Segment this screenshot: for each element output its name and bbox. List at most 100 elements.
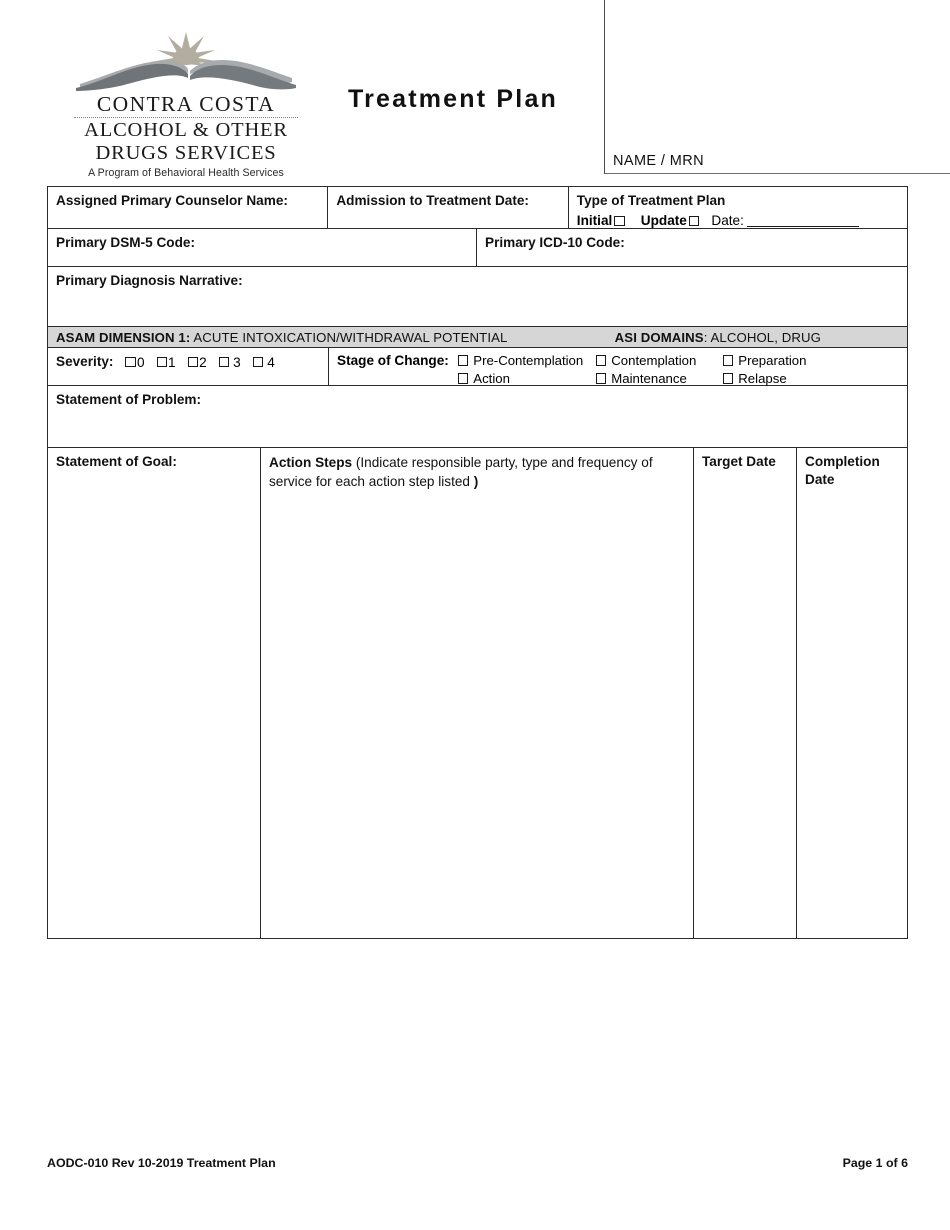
severity-option-4[interactable]: 4 [252, 354, 275, 370]
stage-of-change-cell: Stage of Change: Pre-Contemplation Conte… [328, 348, 907, 386]
initial-checkbox[interactable] [614, 215, 625, 227]
logo-line-3: DRUGS SERVICES [95, 141, 277, 164]
severity-checkbox-4[interactable] [252, 356, 264, 368]
action-steps-label: Action Steps [269, 455, 353, 470]
asi-domains-label: ASI DOMAINS [614, 329, 704, 345]
form-code-text: AODC-010 Rev 10-2019 Treatment Plan [47, 1156, 276, 1170]
stage-option-relapse-label: Relapse [738, 371, 787, 386]
logo-tagline: A Program of Behavioral Health Services [88, 166, 284, 179]
logo-line-1: CONTRA COSTA [96, 92, 276, 116]
severity-option-0[interactable]: 0 [125, 354, 145, 370]
severity-checkbox-3[interactable] [218, 356, 230, 368]
type-of-plan-options: Initial Update Date: [577, 213, 900, 228]
icd-code-label: Primary ICD-10 Code: [485, 235, 625, 250]
admission-date-cell[interactable]: Admission to Treatment Date: [327, 187, 567, 228]
stage-checkbox-contemplation[interactable] [595, 355, 607, 366]
stage-checkbox-maintenance[interactable] [595, 373, 607, 384]
stage-option-preparation-label: Preparation [738, 353, 807, 368]
stage-option-contemplation-label: Contemplation [611, 353, 697, 368]
severity-option-1-label: 1 [168, 354, 176, 370]
diagnosis-narrative-label: Primary Diagnosis Narrative: [56, 273, 243, 288]
page-header: CONTRA COSTA ALCOHOL & OTHER DRUGS SERVI… [0, 0, 950, 179]
target-date-cell[interactable]: Target Date [693, 448, 796, 938]
table-row-goal: Statement of Goal: Action Steps (Indicat… [48, 448, 907, 938]
severity-option-3-label: 3 [233, 354, 241, 370]
table-row-codes: Primary DSM-5 Code: Primary ICD-10 Code: [48, 229, 907, 267]
stage-checkbox-pre-contemplation[interactable] [457, 355, 469, 366]
statement-of-goal-cell[interactable]: Statement of Goal: [48, 448, 260, 938]
action-steps-cell[interactable]: Action Steps (Indicate responsible party… [260, 448, 693, 938]
statement-of-problem-label: Statement of Problem: [56, 392, 202, 407]
stage-option-action-label: Action [473, 371, 510, 386]
name-mrn-box[interactable]: NAME / MRN [604, 0, 950, 174]
stage-option-pre-contemplation-label: Pre-Contemplation [473, 353, 584, 368]
diagnosis-narrative-cell[interactable]: Primary Diagnosis Narrative: [48, 267, 907, 326]
dsm-code-cell[interactable]: Primary DSM-5 Code: [48, 229, 476, 266]
plan-date-input[interactable] [746, 214, 859, 228]
type-of-plan-label: Type of Treatment Plan [576, 193, 726, 208]
page-title: Treatment Plan [348, 85, 559, 113]
stage-option-action[interactable]: Action [457, 371, 596, 386]
statement-of-goal-label: Statement of Goal: [56, 454, 177, 469]
asi-domains-text: ASI DOMAINS: ALCOHOL, DRUG [615, 330, 821, 345]
asi-domains-value: : ALCOHOL, DRUG [703, 329, 821, 345]
treatment-plan-form-table: Assigned Primary Counselor Name: Admissi… [47, 186, 908, 939]
page-number-text: Page 1 of 6 [842, 1156, 908, 1170]
table-row-asam-banner: ASAM DIMENSION 1: ACUTE INTOXICATION/WIT… [48, 327, 907, 348]
stage-checkbox-preparation[interactable] [722, 355, 734, 366]
stage-option-maintenance-label: Maintenance [611, 371, 687, 386]
asam-dimension-text: ASAM DIMENSION 1: ACUTE INTOXICATION/WIT… [56, 330, 507, 345]
treatment-plan-page: CONTRA COSTA ALCOHOL & OTHER DRUGS SERVI… [0, 0, 950, 1230]
table-row-counselor: Assigned Primary Counselor Name: Admissi… [48, 187, 907, 229]
severity-options-row: Severity: 0 1 2 3 4 [56, 353, 321, 371]
plan-date-label: Date: [711, 213, 744, 229]
severity-option-1[interactable]: 1 [156, 354, 176, 370]
update-checkbox[interactable] [688, 215, 700, 227]
table-row-problem: Statement of Problem: [48, 386, 907, 448]
asam-banner-cell: ASAM DIMENSION 1: ACUTE INTOXICATION/WIT… [48, 327, 907, 347]
logo-divider [74, 117, 298, 119]
stage-of-change-label: Stage of Change: [337, 353, 449, 368]
stage-checkbox-action[interactable] [457, 373, 469, 384]
update-label: Update [640, 213, 687, 229]
severity-checkbox-1[interactable] [156, 356, 167, 368]
stage-checkbox-relapse[interactable] [722, 373, 734, 384]
severity-option-0-label: 0 [136, 354, 145, 370]
initial-label: Initial [576, 213, 613, 229]
severity-option-2-label: 2 [199, 354, 207, 370]
severity-checkbox-2[interactable] [187, 356, 199, 368]
stage-option-contemplation[interactable]: Contemplation [595, 353, 723, 368]
icd-code-cell[interactable]: Primary ICD-10 Code: [476, 229, 907, 266]
severity-option-2[interactable]: 2 [187, 354, 207, 370]
completion-date-cell[interactable]: Completion Date [796, 448, 907, 938]
page-footer: AODC-010 Rev 10-2019 Treatment Plan Page… [47, 1156, 908, 1170]
stage-option-pre-contemplation[interactable]: Pre-Contemplation [457, 353, 596, 368]
statement-of-problem-cell[interactable]: Statement of Problem: [48, 386, 907, 447]
severity-checkbox-0[interactable] [125, 356, 136, 368]
severity-option-4-label: 4 [267, 354, 275, 370]
severity-label: Severity: [56, 354, 114, 369]
stage-of-change-block: Stage of Change: Pre-Contemplation Conte… [337, 353, 900, 386]
counselor-name-cell[interactable]: Assigned Primary Counselor Name: [48, 187, 327, 228]
admission-date-label: Admission to Treatment Date: [336, 193, 529, 208]
logo-line-2: ALCOHOL & OTHER [84, 119, 288, 142]
asam-dimension-label: ASAM DIMENSION 1: [56, 329, 191, 345]
sunburst-over-mountains-icon [76, 32, 296, 91]
stage-option-maintenance[interactable]: Maintenance [595, 371, 723, 386]
dsm-code-label: Primary DSM-5 Code: [56, 235, 195, 250]
completion-date-label: Completion Date [805, 454, 880, 488]
stage-option-relapse[interactable]: Relapse [722, 371, 833, 386]
name-mrn-label: NAME / MRN [613, 153, 704, 169]
severity-option-3[interactable]: 3 [218, 354, 241, 370]
action-steps-heading: Action Steps (Indicate responsible party… [269, 453, 686, 492]
stage-option-preparation[interactable]: Preparation [722, 353, 833, 368]
target-date-label: Target Date [702, 454, 776, 469]
severity-cell: Severity: 0 1 2 3 4 [48, 348, 328, 385]
asam-dimension-value: ACUTE INTOXICATION/WITHDRAWAL POTENTIAL [190, 329, 508, 345]
table-row-narrative: Primary Diagnosis Narrative: [48, 267, 907, 327]
type-of-plan-cell[interactable]: Type of Treatment Plan Initial Update Da… [567, 187, 907, 228]
counselor-name-label: Assigned Primary Counselor Name: [56, 193, 288, 208]
table-row-severity: Severity: 0 1 2 3 4 Stage of Change: Pre… [48, 348, 907, 386]
stage-of-change-options: Pre-Contemplation Contemplation Preparat… [457, 353, 833, 386]
action-steps-close-paren: ) [473, 474, 479, 490]
